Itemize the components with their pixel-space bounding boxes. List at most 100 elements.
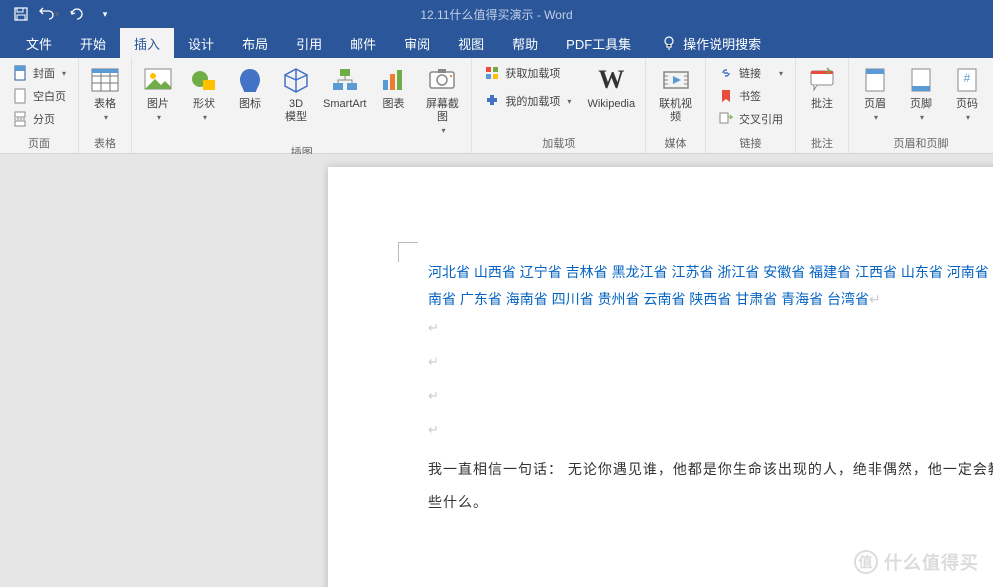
- qat-customize-button[interactable]: ▾: [92, 2, 118, 26]
- province-link[interactable]: 江苏省: [671, 264, 713, 280]
- header-button[interactable]: 页眉▾: [853, 60, 897, 128]
- link-icon: [718, 65, 734, 81]
- tab-insert[interactable]: 插入: [120, 28, 174, 58]
- province-link[interactable]: 吉林省: [566, 264, 608, 280]
- province-link[interactable]: 山西省: [474, 264, 516, 280]
- pictures-button[interactable]: 图片▾: [136, 60, 180, 128]
- cube-icon: [280, 64, 312, 96]
- document-workspace[interactable]: 河北省 山西省 辽宁省 吉林省 黑龙江省 江苏省 浙江省 安徽省 福建省 江西省…: [0, 154, 993, 587]
- addins-icon: [484, 93, 500, 109]
- province-link[interactable]: 甘肃省: [735, 291, 777, 307]
- group-label-links: 链接: [710, 133, 791, 153]
- footer-icon: [905, 64, 937, 96]
- link-button[interactable]: 链接▾: [714, 62, 787, 84]
- tab-file[interactable]: 文件: [12, 28, 66, 58]
- smartart-icon: [329, 64, 361, 96]
- ribbon: 封面▾ 空白页 分页 页面 表格▾ 表格 图片▾ 形状▾ 图标 3D 模型 Sm…: [0, 58, 993, 154]
- cover-page-icon: [12, 65, 28, 81]
- wikipedia-button[interactable]: WWikipedia: [581, 60, 641, 115]
- province-link[interactable]: 山东省: [901, 264, 943, 280]
- page-break-button[interactable]: 分页: [8, 108, 70, 130]
- crossref-button[interactable]: 交叉引用: [714, 108, 787, 130]
- tab-view[interactable]: 视图: [444, 28, 498, 58]
- province-link[interactable]: 河北省: [428, 264, 470, 280]
- tell-me-search[interactable]: 操作说明搜索: [661, 28, 761, 58]
- comment-button[interactable]: 批注: [800, 60, 844, 115]
- tab-pdf[interactable]: PDF工具集: [552, 28, 645, 58]
- lightbulb-icon: [661, 35, 677, 51]
- smartart-button[interactable]: SmartArt: [320, 60, 369, 115]
- table-button[interactable]: 表格▾: [83, 60, 127, 128]
- save-button[interactable]: [8, 2, 34, 26]
- group-comments: 批注 批注: [796, 58, 849, 153]
- bookmark-button[interactable]: 书签: [714, 85, 787, 107]
- tab-review[interactable]: 审阅: [390, 28, 444, 58]
- group-pages: 封面▾ 空白页 分页 页面: [0, 58, 79, 153]
- shapes-button[interactable]: 形状▾: [182, 60, 226, 128]
- group-label-comments: 批注: [800, 133, 844, 153]
- pictures-icon: [142, 64, 174, 96]
- province-link[interactable]: 四川省: [552, 291, 594, 307]
- screenshot-button[interactable]: 屏幕截图▾: [417, 60, 467, 142]
- province-link[interactable]: 贵州省: [598, 291, 640, 307]
- province-link[interactable]: 青海省: [781, 291, 823, 307]
- cover-page-button[interactable]: 封面▾: [8, 62, 70, 84]
- video-icon: [660, 64, 692, 96]
- group-headerfooter: 页眉▾ 页脚▾ #页码▾ 页眉和页脚: [849, 58, 993, 153]
- chart-icon: [377, 64, 409, 96]
- header-icon: [859, 64, 891, 96]
- shapes-icon: [188, 64, 220, 96]
- table-icon: [89, 64, 121, 96]
- group-label-pages: 页面: [4, 133, 74, 153]
- group-links: 链接▾ 书签 交叉引用 链接: [706, 58, 796, 153]
- province-link[interactable]: 安徽省: [763, 264, 805, 280]
- body-paragraph[interactable]: 我一直相信一句话： 无论你遇见谁，他都是你生命该出现的人，绝非偶然，他一定会教会…: [428, 453, 993, 517]
- province-link[interactable]: 辽宁省: [520, 264, 562, 280]
- online-video-button[interactable]: 联机视频: [650, 60, 701, 128]
- paragraph-mark: ↵: [428, 312, 993, 346]
- province-link[interactable]: 陕西省: [689, 291, 731, 307]
- pagenum-button[interactable]: #页码▾: [945, 60, 989, 128]
- tab-design[interactable]: 设计: [174, 28, 228, 58]
- title-bar: ▾ ▾ 12.11什么值得买演示 - Word: [0, 0, 993, 28]
- crossref-icon: [718, 111, 734, 127]
- province-link[interactable]: 浙江省: [717, 264, 759, 280]
- province-link[interactable]: 福建省: [809, 264, 851, 280]
- province-link[interactable]: 广东省: [460, 291, 502, 307]
- footer-button[interactable]: 页脚▾: [899, 60, 943, 128]
- chart-button[interactable]: 图表: [371, 60, 415, 115]
- province-link[interactable]: 台湾省: [827, 291, 869, 307]
- window-title: 12.11什么值得买演示 - Word: [420, 6, 572, 23]
- document-page[interactable]: 河北省 山西省 辽宁省 吉林省 黑龙江省 江苏省 浙江省 安徽省 福建省 江西省…: [328, 167, 993, 587]
- group-illustrations: 图片▾ 形状▾ 图标 3D 模型 SmartArt 图表 屏幕截图▾ 插图: [132, 58, 472, 153]
- tab-mailings[interactable]: 邮件: [336, 28, 390, 58]
- paragraph-mark: ↵: [428, 346, 993, 380]
- group-label-tables: 表格: [83, 133, 127, 153]
- 3d-models-button[interactable]: 3D 模型: [274, 60, 318, 128]
- province-link[interactable]: 河南省: [947, 264, 989, 280]
- icons-button[interactable]: 图标: [228, 60, 272, 115]
- tab-help[interactable]: 帮助: [498, 28, 552, 58]
- page-break-icon: [12, 111, 28, 127]
- province-link[interactable]: 黑龙江省: [612, 264, 668, 280]
- get-addins-button[interactable]: 获取加载项: [480, 62, 575, 84]
- pagenum-icon: #: [951, 64, 983, 96]
- province-link[interactable]: 江西省: [855, 264, 897, 280]
- blank-page-button[interactable]: 空白页: [8, 85, 70, 107]
- screenshot-icon: [426, 64, 458, 96]
- tab-home[interactable]: 开始: [66, 28, 120, 58]
- wikipedia-icon: W: [595, 64, 627, 96]
- margin-corner-icon: [398, 242, 418, 262]
- tab-references[interactable]: 引用: [282, 28, 336, 58]
- my-addins-button[interactable]: 我的加载项▾: [480, 90, 575, 112]
- quick-access-toolbar: ▾ ▾: [0, 2, 118, 26]
- tab-layout[interactable]: 布局: [228, 28, 282, 58]
- bookmark-icon: [718, 88, 734, 104]
- province-link[interactable]: 海南省: [506, 291, 548, 307]
- province-link[interactable]: 云南省: [643, 291, 685, 307]
- paragraph-mark: ↵: [428, 380, 993, 414]
- provinces-hyperlinks: 河北省 山西省 辽宁省 吉林省 黑龙江省 江苏省 浙江省 安徽省 福建省 江西省…: [428, 259, 993, 312]
- redo-button[interactable]: [64, 2, 90, 26]
- undo-button[interactable]: ▾: [36, 2, 62, 26]
- watermark-icon: 值: [854, 550, 878, 574]
